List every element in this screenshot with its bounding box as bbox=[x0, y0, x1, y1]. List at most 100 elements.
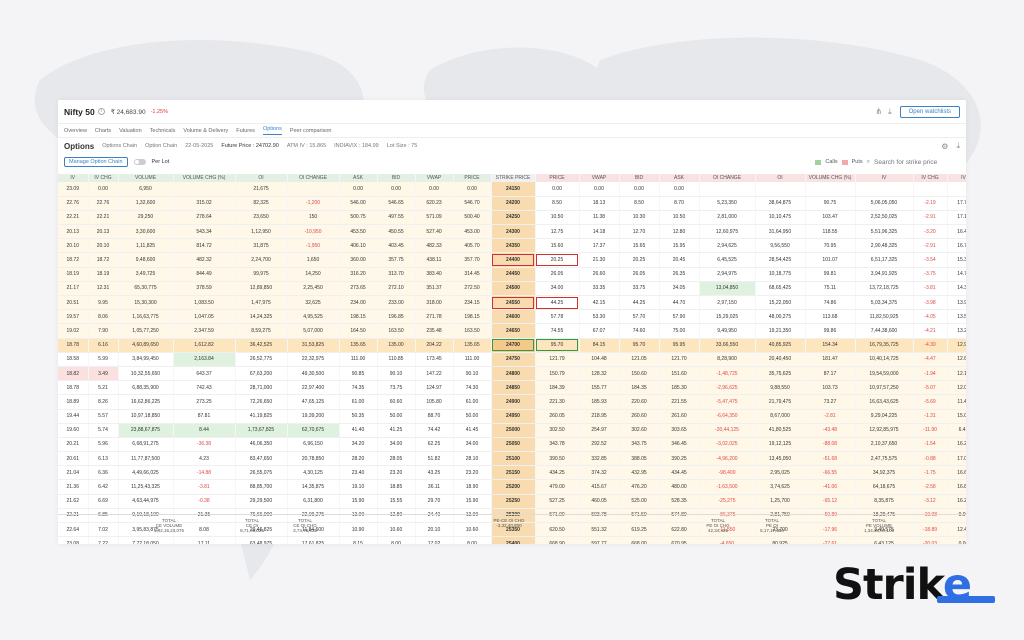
open-watchlists-button[interactable]: Open watchlists bbox=[899, 105, 960, 118]
tab-peer-comparison[interactable]: Peer comparison bbox=[290, 128, 332, 134]
table-cell: 196.85 bbox=[377, 309, 416, 325]
strike-price-cell[interactable]: 24600 bbox=[491, 309, 536, 325]
strike-price-cell[interactable]: 24200 bbox=[491, 196, 536, 211]
strike-price-cell[interactable]: 24550 bbox=[491, 295, 536, 311]
strike-price-cell[interactable]: 24250 bbox=[491, 210, 536, 226]
table-row[interactable]: 18.58 5.99 3,84,99,450 2,163.84 26,52,775 22,… bbox=[58, 352, 966, 367]
table-cell: 15.60 bbox=[535, 238, 580, 254]
column-header[interactable]: VOLUME CHG (%) bbox=[805, 174, 856, 182]
table-row[interactable]: 21.36 6.42 11,25,43,325 -3.81 88,85,700 14,35… bbox=[58, 479, 966, 495]
table-cell: 34.05 bbox=[659, 281, 700, 297]
strike-price-cell[interactable]: 24850 bbox=[491, 380, 536, 396]
strike-price-cell[interactable]: 24800 bbox=[491, 366, 536, 382]
column-header[interactable]: VOLUME bbox=[118, 174, 174, 182]
tab-volume-delivery[interactable]: Volume & Delivery bbox=[183, 128, 228, 134]
strike-price-cell[interactable]: 24300 bbox=[491, 224, 536, 240]
table-row[interactable]: 19.60 5.74 23,88,67,875 8.44 1,73,67,825 62,7… bbox=[58, 423, 966, 438]
table-cell: -41.06 bbox=[805, 479, 856, 495]
column-header[interactable]: VOLUME CHG (%) bbox=[173, 174, 236, 182]
table-row[interactable]: 21.62 6.69 4,63,44,975 -0.38 29,29,500 6,31,8… bbox=[58, 494, 966, 509]
strike-price-cell[interactable]: 24350 bbox=[491, 238, 536, 254]
table-cell: -3.12 bbox=[913, 494, 948, 509]
table-row[interactable]: 23.09 0.00 6,950 21,675 0.00 0.00 0.00 0.00 2415… bbox=[58, 182, 966, 197]
tab-futures[interactable]: Futures bbox=[236, 128, 255, 134]
table-row[interactable]: 18.89 8.26 16,62,86,225 273.25 72,26,650 47,6… bbox=[58, 394, 966, 410]
expiry-date-select[interactable]: 22-05-2025 bbox=[185, 143, 213, 149]
strike-price-cell[interactable]: 25200 bbox=[491, 479, 536, 495]
table-row[interactable]: 18.72 18.72 9,48,600 482.32 2,24,700 1,650 360… bbox=[58, 252, 966, 268]
tab-valuation[interactable]: Valuation bbox=[119, 128, 142, 134]
column-header[interactable]: IV bbox=[58, 174, 89, 182]
column-header[interactable]: STRIKE PRICE bbox=[491, 174, 536, 182]
share-icon[interactable]: ⋔ bbox=[875, 107, 882, 116]
strike-price-cell[interactable]: 25250 bbox=[491, 494, 536, 509]
strike-price-cell[interactable]: 24950 bbox=[491, 409, 536, 424]
table-row[interactable]: 19.02 7.90 1,05,77,250 2,347.59 8,59,275 5,07… bbox=[58, 323, 966, 339]
table-row[interactable]: 19.57 8.06 1,16,63,775 1,047.05 14,24,325 4,9… bbox=[58, 309, 966, 325]
strike-price-cell[interactable]: 24500 bbox=[491, 281, 536, 297]
column-header[interactable]: OI bbox=[755, 174, 806, 182]
table-cell: 432.95 bbox=[619, 465, 660, 481]
strike-price-cell[interactable]: 25050 bbox=[491, 437, 536, 453]
table-row[interactable]: 20.10 20.10 1,11,825 814.72 31,875 -1,950 406.… bbox=[58, 238, 966, 254]
column-header[interactable]: IV bbox=[947, 174, 966, 182]
strike-price-cell[interactable]: 24650 bbox=[491, 323, 536, 339]
table-row[interactable]: 18.82 3.49 10,32,55,650 643.37 67,63,200 49,3… bbox=[58, 366, 966, 382]
column-header[interactable]: PRICE bbox=[535, 174, 580, 182]
subtab-options-chain[interactable]: Options Chain bbox=[102, 143, 137, 149]
info-icon[interactable]: i bbox=[97, 108, 105, 115]
table-row[interactable]: 18.19 18.19 3,49,725 844.49 99,975 14,250 316.… bbox=[58, 267, 966, 282]
strike-search-input[interactable] bbox=[874, 158, 960, 166]
strike-price-cell[interactable]: 24700 bbox=[491, 338, 536, 353]
settings-icon[interactable]: ⚙ bbox=[941, 142, 948, 151]
column-header[interactable]: IV CHG bbox=[913, 174, 948, 182]
table-cell: -2.81 bbox=[805, 409, 856, 424]
column-header[interactable]: VWAP bbox=[415, 174, 454, 182]
column-header[interactable]: IV bbox=[855, 174, 914, 182]
subtab-option-chain[interactable]: Option Chain bbox=[145, 143, 177, 149]
column-header[interactable]: OI CHANGE bbox=[699, 174, 756, 182]
column-header[interactable]: BID bbox=[619, 174, 660, 182]
strike-price-cell[interactable]: 24450 bbox=[491, 267, 536, 282]
strike-price-cell[interactable]: 24900 bbox=[491, 394, 536, 410]
strike-price-cell[interactable]: 25100 bbox=[491, 451, 536, 467]
tab-overview[interactable]: Overview bbox=[64, 128, 87, 134]
table-row[interactable]: 18.78 6.16 4,60,89,650 1,612.82 36,42,525 31,… bbox=[58, 338, 966, 353]
table-cell: 0.00 bbox=[659, 182, 700, 197]
strike-price-cell[interactable]: 25150 bbox=[491, 465, 536, 481]
table-cell: 60.60 bbox=[377, 394, 416, 410]
strike-price-cell[interactable]: 24750 bbox=[491, 352, 536, 367]
table-cell: -1,63,500 bbox=[699, 479, 756, 495]
table-row[interactable]: 18.78 5.21 6,88,35,900 742.43 28,71,000 22,97… bbox=[58, 380, 966, 396]
table-row[interactable]: 20.51 9.95 15,30,300 1,083.50 1,47,975 32,625… bbox=[58, 295, 966, 311]
table-cell: 17.70 bbox=[947, 196, 966, 211]
column-header[interactable]: OI CHANGE bbox=[287, 174, 340, 182]
export-icon[interactable]: ⤓ bbox=[956, 141, 960, 151]
column-header[interactable]: IV CHG bbox=[88, 174, 119, 182]
table-row[interactable]: 21.17 12.31 65,30,775 378.59 12,89,850 2,25,4… bbox=[58, 281, 966, 297]
column-header[interactable]: ASK bbox=[659, 174, 700, 182]
table-row[interactable]: 19.44 5.57 10,97,18,850 87.81 41,19,825 19,39… bbox=[58, 409, 966, 424]
download-icon[interactable]: ⤓ bbox=[888, 107, 892, 117]
tab-options[interactable]: Options bbox=[262, 126, 282, 135]
tab-technicals[interactable]: Technicals bbox=[150, 128, 176, 134]
column-header[interactable]: OI bbox=[235, 174, 288, 182]
table-row[interactable]: 20.61 6.13 11,77,87,500 4.23 83,47,650 20,78,… bbox=[58, 451, 966, 467]
table-cell: 12.80 bbox=[659, 224, 700, 240]
tab-charts[interactable]: Charts bbox=[95, 128, 111, 134]
column-header[interactable]: VWAP bbox=[579, 174, 620, 182]
strike-price-cell[interactable]: 24400 bbox=[491, 252, 536, 268]
table-cell: 1,05,77,250 bbox=[118, 323, 174, 339]
per-lot-toggle[interactable] bbox=[133, 159, 146, 165]
table-row[interactable]: 20.13 20.13 3,30,600 543.34 1,12,950 -10,950 4… bbox=[58, 224, 966, 240]
manage-option-chain-button[interactable]: Manage Option Chain bbox=[64, 157, 128, 167]
table-row[interactable]: 22.21 22.21 29,250 278.64 23,650 150 500.75 497… bbox=[58, 210, 966, 226]
column-header[interactable]: PRICE bbox=[453, 174, 492, 182]
column-header[interactable]: ASK bbox=[339, 174, 378, 182]
column-header[interactable]: BID bbox=[377, 174, 416, 182]
table-row[interactable]: 21.04 6.36 4,49,66,025 -14.88 26,55,075 4,30,… bbox=[58, 465, 966, 481]
table-row[interactable]: 20.21 5.96 6,68,91,275 -36.38 46,06,350 6,96,… bbox=[58, 437, 966, 453]
strike-price-cell[interactable]: 25000 bbox=[491, 423, 536, 438]
strike-price-cell[interactable]: 24150 bbox=[491, 182, 536, 197]
table-row[interactable]: 22.76 22.76 1,32,600 315.02 82,325 -1,200 546.… bbox=[58, 196, 966, 211]
